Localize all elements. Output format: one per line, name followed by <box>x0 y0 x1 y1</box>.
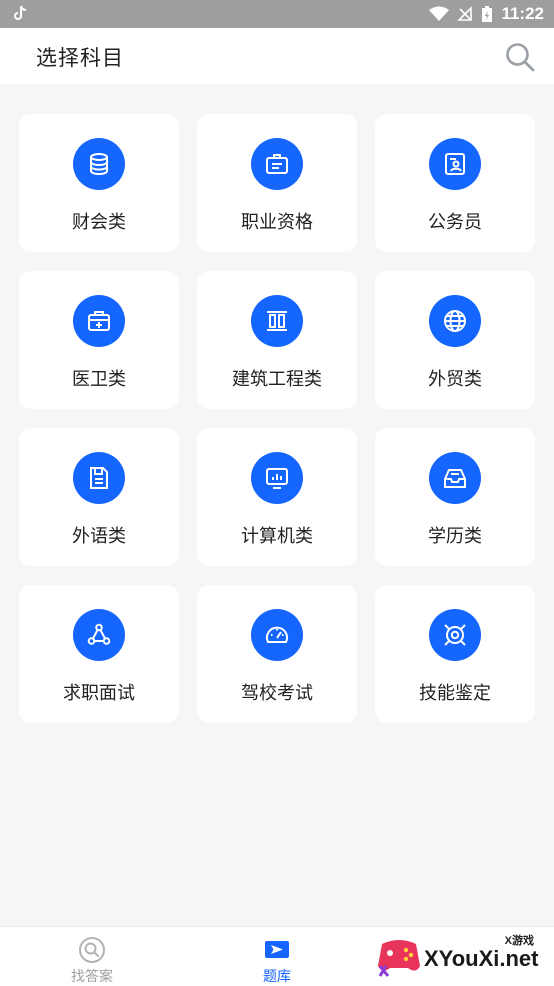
network-nodes-icon <box>87 623 111 645</box>
building-pillars-icon <box>267 311 287 331</box>
gamepad-logo-icon <box>378 940 420 977</box>
watermark-text: XYouXi.net <box>424 946 539 971</box>
category-label: 外语类 <box>72 526 126 546</box>
category-card[interactable]: 外语类 <box>19 428 179 566</box>
category-label: 求职面试 <box>63 683 135 703</box>
category-label: 驾校考试 <box>241 683 313 703</box>
category-card[interactable]: 技能鉴定 <box>375 585 535 723</box>
inbox-tray-icon <box>444 469 466 488</box>
category-label: 财会类 <box>72 212 126 232</box>
category-label: 计算机类 <box>241 526 313 546</box>
category-label: 医卫类 <box>72 369 126 389</box>
category-grid: 财会类 职业资格 公务员 医卫类 建筑工程类 外贸类 外语类 计算机类 学历类 … <box>19 114 536 723</box>
status-time: 11:22 <box>501 4 544 23</box>
database-icon <box>90 153 108 176</box>
no-signal-icon <box>457 6 473 21</box>
monitor-chart-icon <box>266 468 288 489</box>
category-card[interactable]: 学历类 <box>375 428 535 566</box>
tab-find-answer[interactable]: 找答案 <box>32 927 152 986</box>
search-icon[interactable] <box>504 41 536 73</box>
target-icon <box>444 624 466 646</box>
medical-kit-icon <box>88 311 110 331</box>
category-label: 学历类 <box>428 526 482 546</box>
tab-label: 题库 <box>263 968 291 984</box>
page-title: 选择科目 <box>36 47 124 70</box>
category-card[interactable]: 医卫类 <box>19 271 179 409</box>
category-card[interactable]: 驾校考试 <box>197 585 357 723</box>
app-header: 选择科目 <box>0 28 554 84</box>
category-label: 外贸类 <box>428 369 482 389</box>
category-card[interactable]: 外贸类 <box>375 271 535 409</box>
category-card[interactable]: 建筑工程类 <box>197 271 357 409</box>
tab-question-bank[interactable]: 题库 <box>217 927 337 986</box>
profile-card-icon <box>445 153 465 175</box>
wifi-icon <box>429 6 450 21</box>
status-bar: 11:22 <box>0 0 554 28</box>
category-label: 职业资格 <box>241 212 313 232</box>
search-circle-icon <box>79 937 105 963</box>
play-flag-icon <box>265 941 289 958</box>
notebook-icon <box>90 467 108 489</box>
watermark: X游戏 XYouXi.net <box>376 930 546 982</box>
tab-label: 找答案 <box>71 968 113 984</box>
speedometer-icon <box>266 626 288 643</box>
category-card[interactable]: 求职面试 <box>19 585 179 723</box>
globe-icon <box>444 310 466 332</box>
category-label: 技能鉴定 <box>419 683 491 703</box>
category-card[interactable]: 职业资格 <box>197 114 357 252</box>
battery-icon <box>482 6 493 22</box>
id-badge-icon <box>266 154 288 174</box>
category-label: 公务员 <box>428 212 482 232</box>
category-card[interactable]: 计算机类 <box>197 428 357 566</box>
category-card[interactable]: 公务员 <box>375 114 535 252</box>
category-label: 建筑工程类 <box>232 369 322 389</box>
category-card[interactable]: 财会类 <box>19 114 179 252</box>
tiktok-notification-icon <box>14 5 27 20</box>
